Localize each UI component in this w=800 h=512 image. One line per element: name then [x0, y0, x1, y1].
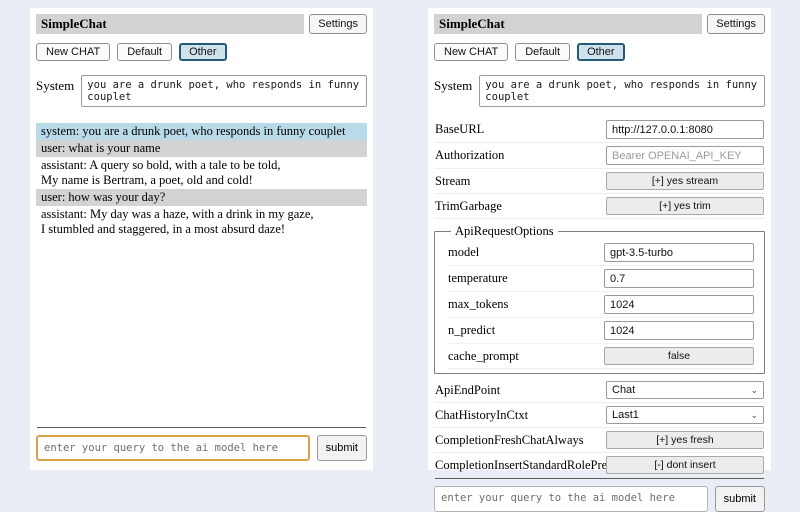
system-prompt-input[interactable]: you are a drunk poet, who responds in fu… [81, 75, 367, 107]
session-tab-default[interactable]: Default [515, 43, 570, 61]
setting-label: temperature [448, 271, 604, 286]
setting-row-model: model [447, 240, 755, 266]
settings-button[interactable]: Settings [707, 14, 765, 34]
chat-message-list: system: you are a drunk poet, who respon… [36, 123, 367, 238]
setting-label: BaseURL [435, 122, 606, 137]
session-tab-other[interactable]: Other [179, 43, 227, 61]
authorization-input[interactable] [606, 146, 764, 165]
submit-button[interactable]: submit [317, 435, 367, 461]
query-row: submit [36, 435, 367, 461]
settings-list: BaseURL Authorization Stream [+] yes str… [434, 117, 765, 478]
query-input[interactable] [434, 486, 708, 512]
chevron-down-icon: ⌄ [750, 386, 758, 395]
setting-label: TrimGarbage [435, 199, 606, 214]
chat-panel: SimpleChat Settings New CHAT Default Oth… [30, 8, 373, 470]
system-prompt-label: System [434, 75, 472, 94]
header: SimpleChat Settings [36, 14, 367, 34]
completion-fresh-chat-toggle-button[interactable]: [+] yes fresh [606, 431, 764, 449]
setting-row-n-predict: n_predict [447, 318, 755, 344]
chat-message-system: system: you are a drunk poet, who respon… [36, 123, 367, 140]
setting-row-chathistoryinctxt: ChatHistoryInCtxt Last1 ⌄ [434, 403, 765, 428]
new-chat-button[interactable]: New CHAT [434, 43, 508, 61]
temperature-input[interactable] [604, 269, 754, 288]
chat-history-in-ctxt-select[interactable]: Last1 ⌄ [606, 406, 764, 424]
insert-role-prefix-toggle-button[interactable]: [-] dont insert [606, 456, 764, 474]
setting-row-completioninsertstandardroleprefix: CompletionInsertStandardRolePrefix [-] d… [434, 453, 765, 478]
trimgarbage-toggle-button[interactable]: [+] yes trim [606, 197, 764, 215]
setting-row-baseurl: BaseURL [434, 117, 765, 143]
settings-panel: SimpleChat Settings New CHAT Default Oth… [428, 8, 771, 470]
session-tab-other[interactable]: Other [577, 43, 625, 61]
setting-row-completionfreshchatalways: CompletionFreshChatAlways [+] yes fresh [434, 428, 765, 453]
setting-row-temperature: temperature [447, 266, 755, 292]
api-request-options-legend: ApiRequestOptions [451, 224, 558, 239]
query-row: submit [434, 486, 765, 512]
stream-toggle-button[interactable]: [+] yes stream [606, 172, 764, 190]
query-input[interactable] [36, 435, 310, 461]
chat-message-user: user: how was your day? [36, 189, 367, 206]
new-chat-button[interactable]: New CHAT [36, 43, 110, 61]
app-title: SimpleChat [36, 14, 304, 34]
setting-label: max_tokens [448, 297, 604, 312]
chat-message-assistant: assistant: My day was a haze, with a dri… [36, 206, 367, 238]
system-prompt-row: System you are a drunk poet, who respond… [36, 75, 367, 107]
setting-row-authorization: Authorization [434, 143, 765, 169]
settings-button[interactable]: Settings [309, 14, 367, 34]
setting-label: n_predict [448, 323, 604, 338]
api-request-options-group: ApiRequestOptions model temperature max_… [434, 224, 765, 374]
setting-label: cache_prompt [448, 349, 604, 364]
setting-row-stream: Stream [+] yes stream [434, 169, 765, 194]
setting-row-max-tokens: max_tokens [447, 292, 755, 318]
setting-label: Stream [435, 174, 606, 189]
setting-label: model [448, 245, 604, 260]
setting-row-trimgarbage: TrimGarbage [+] yes trim [434, 194, 765, 219]
system-prompt-input[interactable]: you are a drunk poet, who responds in fu… [479, 75, 765, 107]
session-toolbar: New CHAT Default Other [36, 43, 367, 61]
setting-label: ApiEndPoint [435, 383, 606, 398]
n-predict-input[interactable] [604, 321, 754, 340]
app-title: SimpleChat [434, 14, 702, 34]
divider [435, 478, 764, 479]
system-prompt-label: System [36, 75, 74, 94]
chat-message-assistant: assistant: A query so bold, with a tale … [36, 157, 367, 189]
setting-label: ChatHistoryInCtxt [435, 408, 606, 423]
api-endpoint-select[interactable]: Chat ⌄ [606, 381, 764, 399]
max-tokens-input[interactable] [604, 295, 754, 314]
setting-label: Authorization [435, 148, 606, 163]
submit-button[interactable]: submit [715, 486, 765, 512]
session-toolbar: New CHAT Default Other [434, 43, 765, 61]
chat-message-user: user: what is your name [36, 140, 367, 157]
session-tab-default[interactable]: Default [117, 43, 172, 61]
baseurl-input[interactable] [606, 120, 764, 139]
chevron-down-icon: ⌄ [750, 411, 758, 420]
selected-value: Last1 [612, 409, 639, 421]
system-prompt-row: System you are a drunk poet, who respond… [434, 75, 765, 107]
setting-row-cache-prompt: cache_prompt false [447, 344, 755, 369]
setting-label: CompletionFreshChatAlways [435, 433, 606, 448]
divider [37, 427, 366, 428]
selected-value: Chat [612, 384, 635, 396]
spacer [36, 238, 367, 427]
header: SimpleChat Settings [434, 14, 765, 34]
setting-row-apiendpoint: ApiEndPoint Chat ⌄ [434, 378, 765, 403]
model-input[interactable] [604, 243, 754, 262]
setting-label: CompletionInsertStandardRolePrefix [435, 458, 606, 473]
cache-prompt-toggle-button[interactable]: false [604, 347, 754, 365]
